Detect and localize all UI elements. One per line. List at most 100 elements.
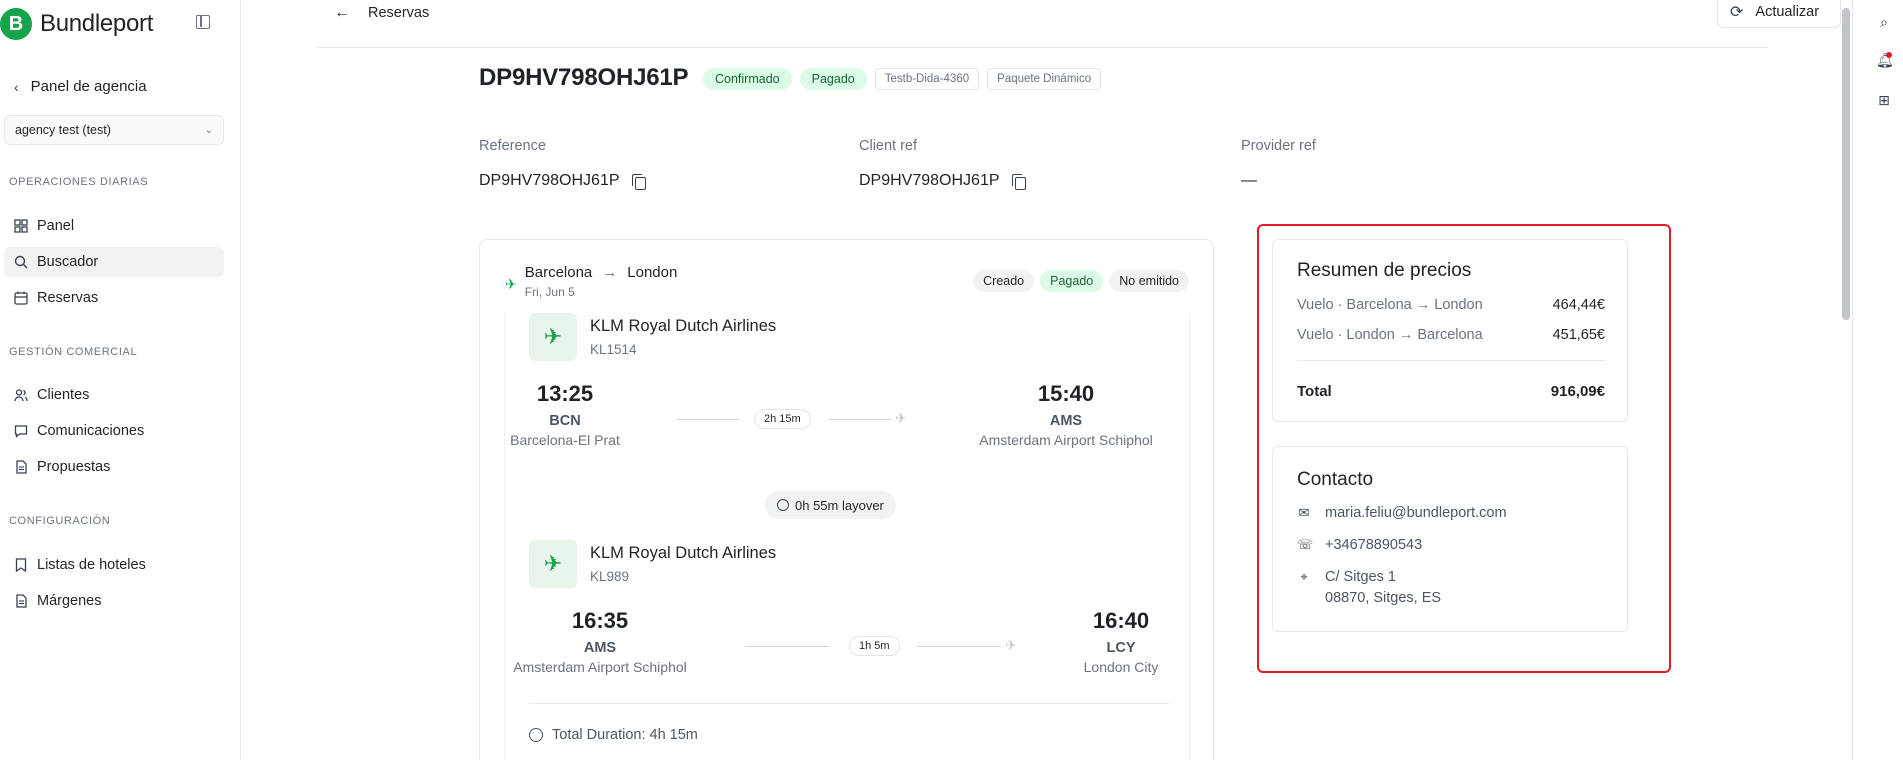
ref-label: Reference xyxy=(479,138,546,154)
scrollbar-thumb[interactable] xyxy=(1842,8,1850,320)
logo-mark: B xyxy=(0,8,32,40)
ref-value-text: — xyxy=(1241,172,1257,189)
refresh-icon: ⟳ xyxy=(1730,4,1744,21)
message-icon xyxy=(14,424,28,438)
sidebar-item-clientes[interactable]: Clientes xyxy=(4,380,224,410)
arrow-right-icon: → xyxy=(602,264,618,281)
tag-badge: Testb-Dida-4360 xyxy=(874,68,980,90)
total-duration-label: Total Duration: 4h 15m xyxy=(552,727,698,743)
booking-badges: Confirmado Pagado Testb-Dida-4360 Paquet… xyxy=(703,68,1102,90)
ref-provider: Provider ref — xyxy=(1241,138,1316,190)
plane-icon: ✈ xyxy=(505,276,517,292)
departure-iata: BCN xyxy=(549,413,581,429)
feedback-icon[interactable]: ⊞ xyxy=(1876,92,1892,108)
brand-name: Bundleport xyxy=(40,10,154,37)
contact-phone: +34678890543 xyxy=(1325,537,1423,553)
departure-airport: Amsterdam Airport Schiphol xyxy=(513,659,687,675)
sidebar: B Bundleport ‹ Panel de agencia agency t… xyxy=(0,0,241,760)
app-root: B Bundleport ‹ Panel de agencia agency t… xyxy=(0,0,1903,760)
ref-label: Client ref xyxy=(859,138,918,154)
plane-end-icon: ✈ xyxy=(895,410,907,426)
back-to-agency-link[interactable]: ‹ Panel de agencia xyxy=(14,78,147,95)
ref-label: Provider ref xyxy=(1241,138,1316,154)
notification-dot xyxy=(1886,52,1892,58)
contact-email: maria.feliu@bundleport.com xyxy=(1325,505,1507,521)
sidebar-item-label: Propuestas xyxy=(37,459,111,475)
departure-block: 13:25 BCN Barcelona-El Prat xyxy=(505,381,625,448)
refresh-button[interactable]: ⟳ Actualizar xyxy=(1717,0,1841,28)
route-destination: London xyxy=(627,264,678,281)
arrival-time: 16:40 xyxy=(1092,608,1150,633)
ref-value-text: DP9HV798OHJ61P xyxy=(479,172,620,189)
sidebar-item-label: Comunicaciones xyxy=(37,423,145,439)
sidebar-item-reservas[interactable]: Reservas xyxy=(4,283,224,313)
price-row: Vuelo · Barcelona → London 464,44€ xyxy=(1297,297,1605,313)
sidebar-item-propuestas[interactable]: Propuestas xyxy=(4,452,224,482)
airline-plane-icon: ✈ xyxy=(529,313,577,361)
airline-name: KLM Royal Dutch Airlines xyxy=(590,544,777,562)
airline-name: KLM Royal Dutch Airlines xyxy=(590,317,777,335)
section-title-configuracion: CONFIGURACIÓN xyxy=(9,515,111,527)
layover-label: 0h 55m layover xyxy=(795,497,884,513)
status-badge-creado: Creado xyxy=(973,270,1035,292)
brand-logo[interactable]: B Bundleport xyxy=(0,8,153,40)
sidebar-toggle-icon[interactable] xyxy=(196,15,210,29)
bookmark-icon xyxy=(14,558,28,572)
top-bar: ← Reservas ⟳ Actualizar xyxy=(316,0,1841,48)
duration-pill: 2h 15m xyxy=(754,409,811,429)
contact-panel: Contacto ✉ maria.feliu@bundleport.com ☏ … xyxy=(1272,446,1628,632)
arrival-airport: London City xyxy=(1083,659,1159,675)
route-line xyxy=(829,419,891,420)
arrival-iata: AMS xyxy=(1049,413,1083,429)
sidebar-item-listas-hoteles[interactable]: Listas de hoteles xyxy=(4,550,224,580)
price-total-label: Total xyxy=(1297,383,1332,400)
right-rail xyxy=(1852,0,1903,760)
sidebar-item-label: Clientes xyxy=(37,387,90,403)
arrival-time: 15:40 xyxy=(1037,381,1095,406)
sidebar-item-label: Reservas xyxy=(37,290,99,306)
clock-icon xyxy=(529,728,543,742)
departure-time: 16:35 xyxy=(571,608,629,633)
route-line xyxy=(917,646,1001,647)
sidebar-item-margenes[interactable]: Márgenes xyxy=(4,586,224,616)
agency-select-value: agency test (test) xyxy=(15,123,111,137)
search-icon[interactable]: ⌕ xyxy=(1876,14,1892,30)
mail-icon: ✉ xyxy=(1298,505,1310,520)
price-summary-panel: Resumen de precios Vuelo · Barcelona → L… xyxy=(1272,239,1628,422)
route-origin: Barcelona xyxy=(524,264,593,281)
arrival-block: 16:40 LCY London City xyxy=(1071,608,1171,675)
copy-icon[interactable] xyxy=(631,173,646,190)
flight-card: ✈ Barcelona → London Fri, Jun 5 Creado P… xyxy=(479,239,1214,760)
agency-select[interactable]: agency test (test) ⌄ xyxy=(4,115,224,145)
sidebar-item-comunicaciones[interactable]: Comunicaciones xyxy=(4,416,224,446)
flight-status-badges: Creado Pagado No emitido xyxy=(973,270,1189,292)
refresh-label: Actualizar xyxy=(1755,4,1820,20)
divider xyxy=(1297,360,1605,361)
flight-number: KL989 xyxy=(590,569,630,584)
airline-plane-icon: ✈ xyxy=(529,540,577,588)
flight-number: KL1514 xyxy=(590,342,637,357)
status-badge-confirmado: Confirmado xyxy=(703,68,792,90)
sidebar-item-buscador[interactable]: Buscador xyxy=(4,247,224,277)
price-row-amount: 464,44€ xyxy=(1552,297,1605,313)
price-row-label: Vuelo · Barcelona → London xyxy=(1297,297,1483,313)
contact-address-row: ⌖ C/ Sitges 1 08870, Sitges, ES xyxy=(1297,569,1441,606)
ref-value: — xyxy=(1241,172,1316,190)
sidebar-item-panel[interactable]: Panel xyxy=(4,211,224,241)
chevron-left-icon: ‹ xyxy=(14,78,19,95)
copy-icon[interactable] xyxy=(1011,173,1026,190)
departure-block: 16:35 AMS Amsterdam Airport Schiphol xyxy=(505,608,695,675)
contact-phone-row[interactable]: ☏ +34678890543 xyxy=(1297,537,1422,553)
departure-time: 13:25 xyxy=(536,381,594,406)
ref-value-text: DP9HV798OHJ61P xyxy=(859,172,1000,189)
sidebar-item-label: Buscador xyxy=(37,254,99,270)
section-title-gestion: GESTIÓN COMERCIAL xyxy=(9,346,138,358)
status-badge-no-emitido: No emitido xyxy=(1109,270,1189,292)
back-to-reservas-link[interactable]: ← Reservas xyxy=(334,4,429,22)
phone-icon: ☏ xyxy=(1297,537,1314,552)
contact-email-row[interactable]: ✉ maria.feliu@bundleport.com xyxy=(1297,505,1507,521)
location-pin-icon: ⌖ xyxy=(1300,569,1308,584)
document-icon xyxy=(14,460,28,474)
dashboard-icon xyxy=(14,219,28,233)
price-total-amount: 916,09€ xyxy=(1550,383,1605,400)
